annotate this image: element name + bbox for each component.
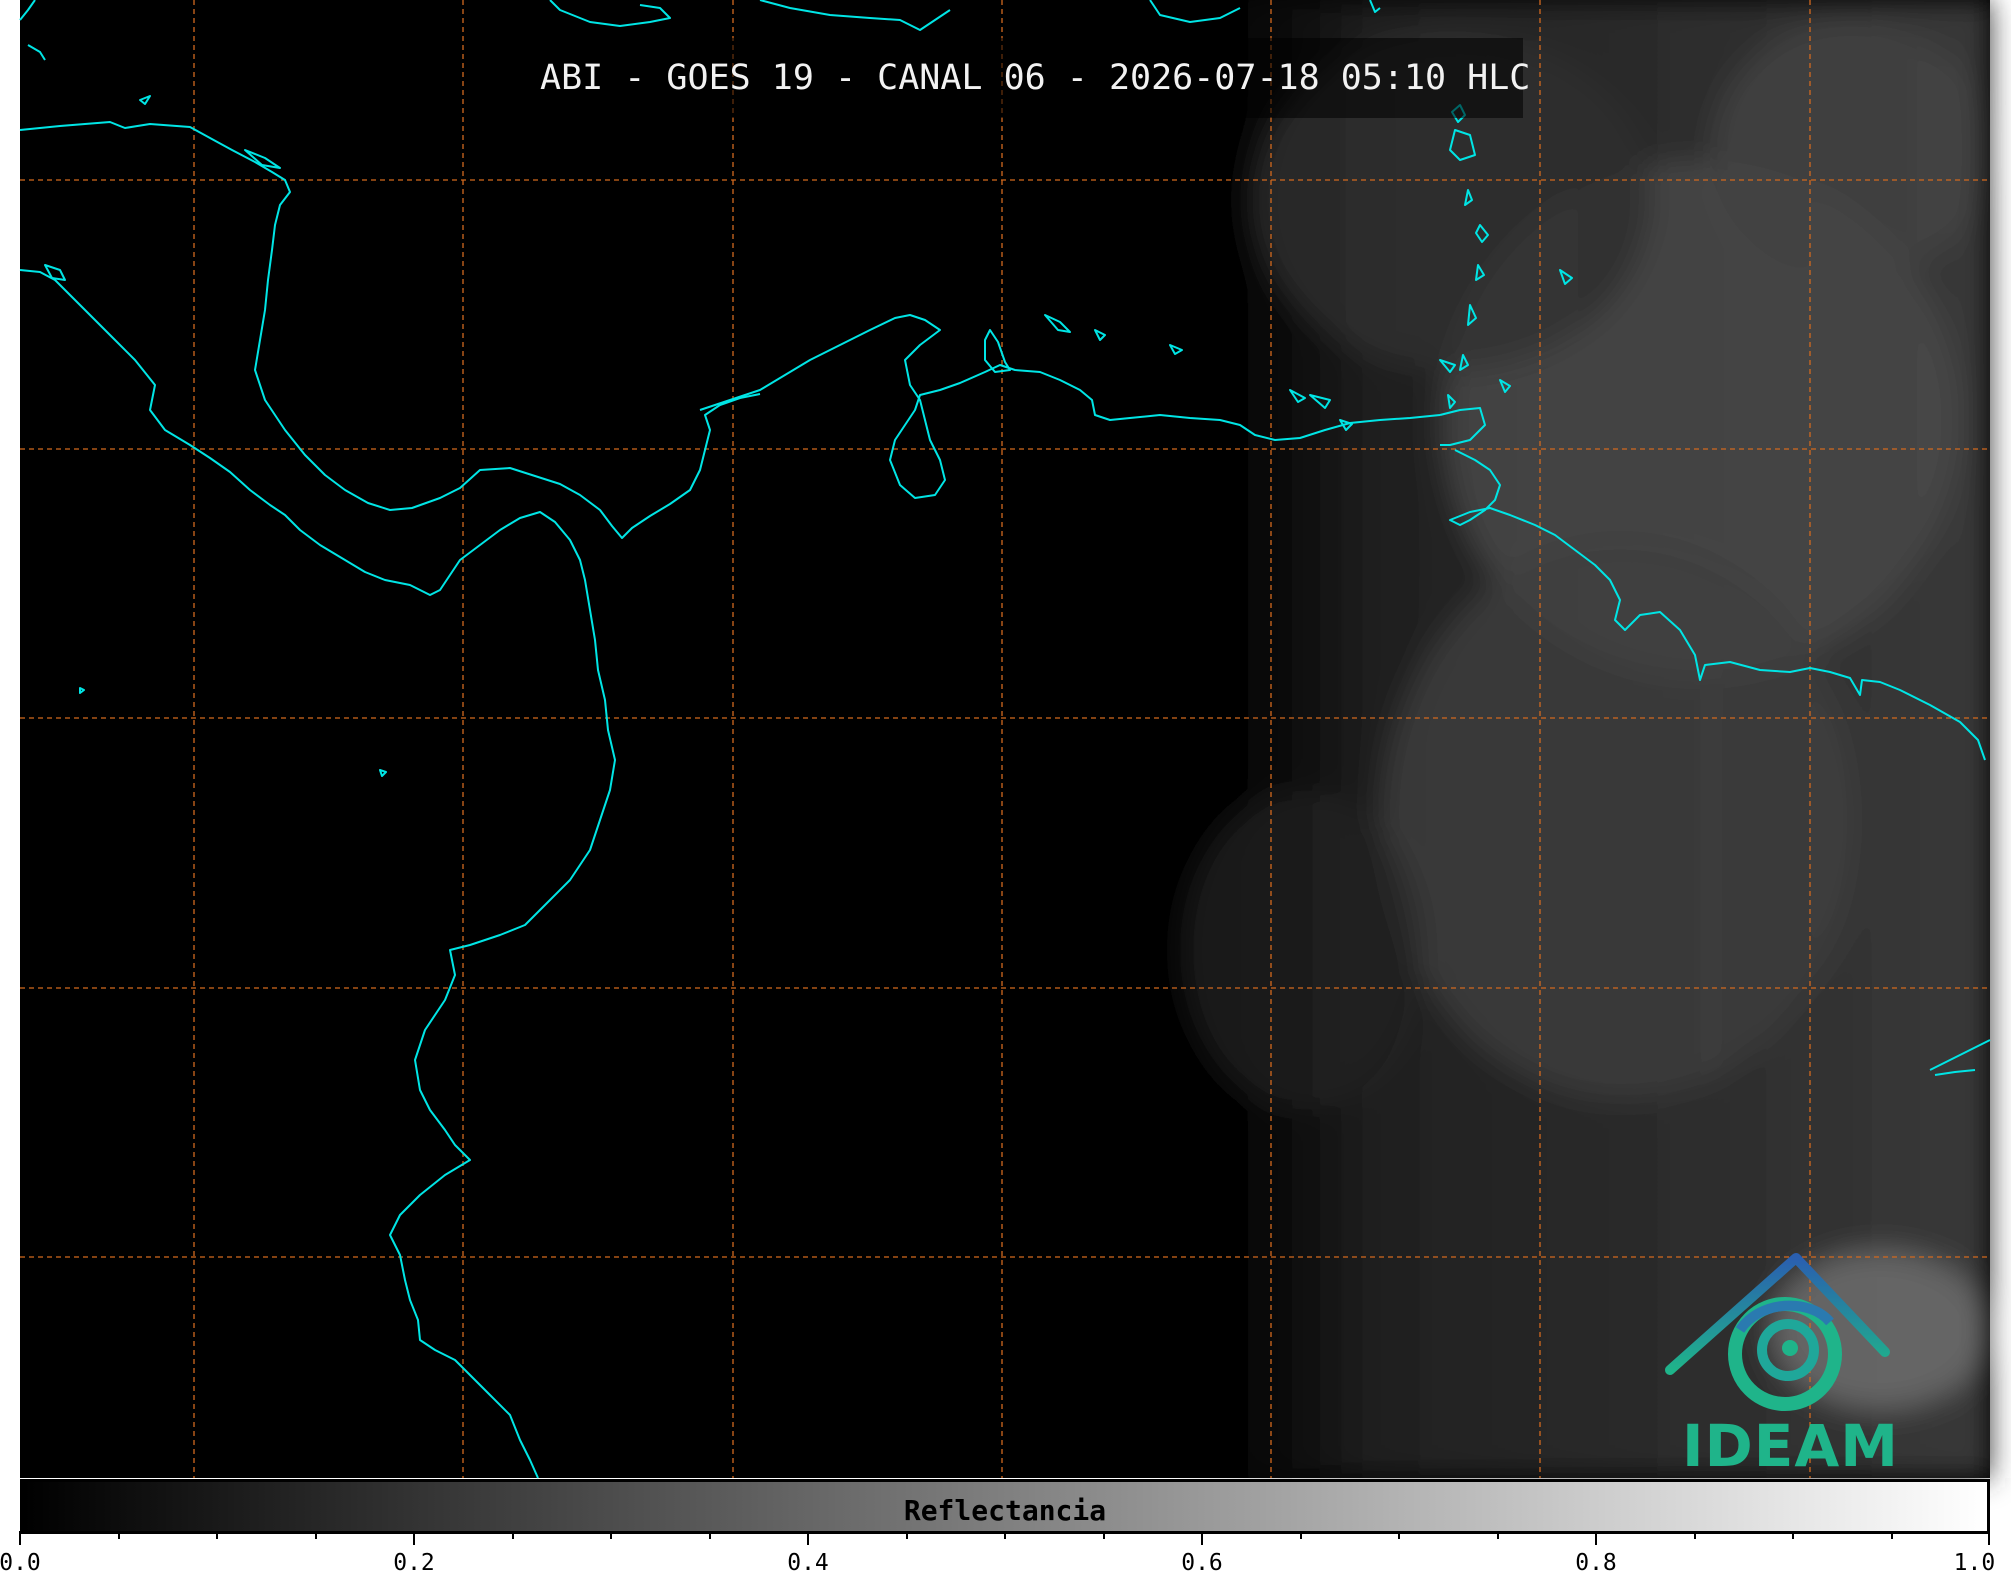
colorbar-tick-label: 0.2 <box>393 1550 435 1576</box>
colorbar-tick-label: 1.0 <box>1953 1550 1996 1576</box>
satellite-map <box>19 0 1991 1479</box>
colorbar-tick-label: 0.6 <box>1181 1550 1223 1576</box>
colorbar-tick-label: 0.0 <box>0 1550 41 1576</box>
map-title: ABI - GOES 19 - CANAL 06 - 2026-07-18 05… <box>540 38 1530 118</box>
colorbar-ticks <box>19 1531 1990 1545</box>
cloud-field <box>1160 0 1990 1478</box>
colorbar-tick-label: 0.8 <box>1575 1550 1617 1576</box>
colorbar: Reflectancia <box>20 1479 1990 1534</box>
ideam-logo-text: IDEAM <box>1682 1412 1899 1480</box>
colorbar-tick-label: 0.4 <box>787 1550 829 1576</box>
colorbar-label: Reflectancia <box>903 1494 1107 1527</box>
